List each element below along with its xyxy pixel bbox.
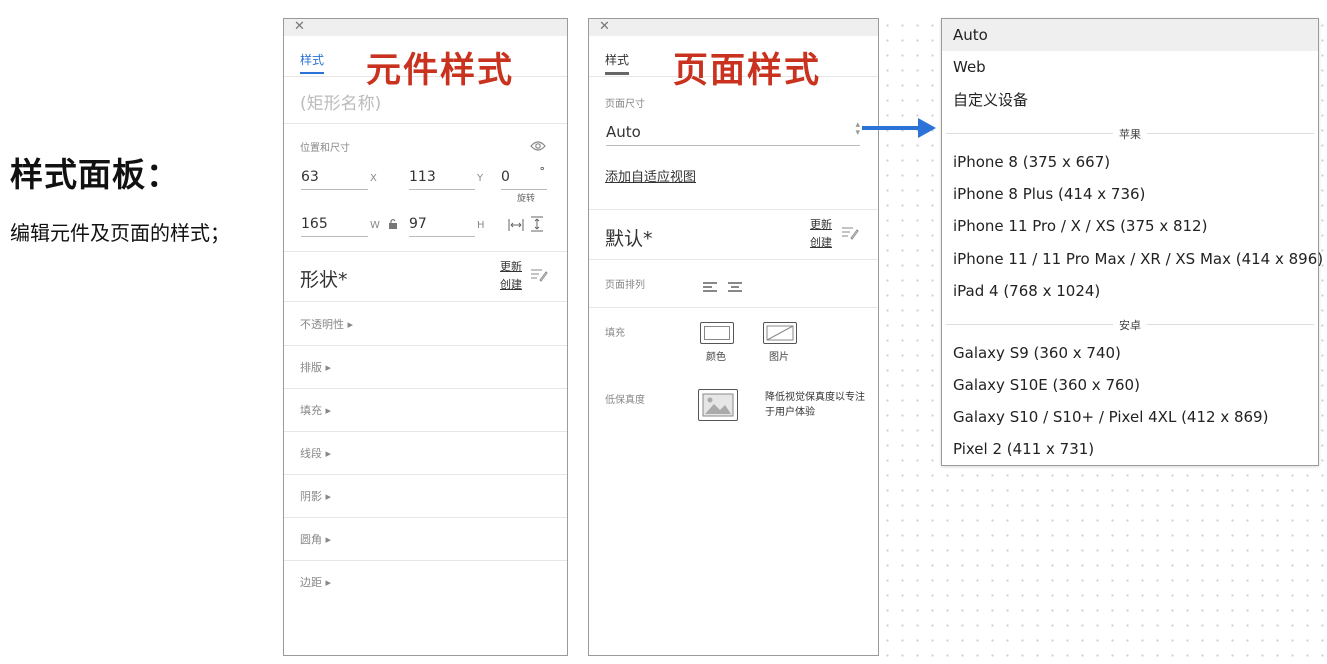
height-field[interactable]: 97 xyxy=(409,216,475,237)
divider xyxy=(589,209,878,210)
section-opacity[interactable]: 不透明性 ▸ xyxy=(284,302,567,346)
section-label: 线段 ▸ xyxy=(300,447,332,460)
section-label: 不透明性 ▸ xyxy=(300,318,354,331)
create-style-link[interactable]: 创建 xyxy=(810,235,832,251)
fill-image-swatch[interactable] xyxy=(763,322,797,344)
degree-unit: ° xyxy=(539,165,546,178)
panel-titlebar: ✕ xyxy=(589,19,878,36)
shape-name-input[interactable]: (矩形名称) xyxy=(300,89,381,114)
position-size-label: 位置和尺寸 xyxy=(300,143,350,154)
eye-icon[interactable] xyxy=(530,137,546,156)
section-typography[interactable]: 排版 ▸ xyxy=(284,345,567,389)
tab-row: 样式 元件样式 xyxy=(284,36,567,91)
dropdown-option[interactable]: Web xyxy=(942,51,1318,83)
section-shadow[interactable]: 阴影 ▸ xyxy=(284,474,567,518)
close-icon[interactable]: ✕ xyxy=(599,19,610,35)
fill-label: 填充 xyxy=(605,328,625,339)
divider xyxy=(284,123,567,124)
update-style-link[interactable]: 更新 xyxy=(810,217,832,233)
tab-style[interactable]: 样式 xyxy=(605,51,630,75)
width-field[interactable]: 165 xyxy=(301,216,368,237)
dropdown-option[interactable]: Pixel 2 (411 x 731) xyxy=(942,433,1318,465)
fill-color-label: 颜色 xyxy=(706,352,726,363)
fit-width-icon[interactable] xyxy=(508,217,524,236)
page-size-dropdown: Auto Web 自定义设备 苹果 iPhone 8 (375 x 667) i… xyxy=(941,18,1323,466)
low-fidelity-desc: 降低视觉保真度以专注 于用户体验 xyxy=(765,390,865,420)
update-style-link[interactable]: 更新 xyxy=(500,259,522,275)
dropdown-option[interactable]: Auto xyxy=(942,19,1318,51)
dropdown-option[interactable]: Galaxy S10E (360 x 760) xyxy=(942,369,1318,401)
section-corner-radius[interactable]: 圆角 ▸ xyxy=(284,517,567,561)
section-label: 圆角 ▸ xyxy=(300,533,332,546)
align-left-icon[interactable] xyxy=(702,278,718,297)
fit-height-icon[interactable] xyxy=(530,216,544,236)
dropdown-option[interactable]: Galaxy S10 / S10+ / Pixel 4XL (412 x 869… xyxy=(942,401,1318,433)
section-border[interactable]: 线段 ▸ xyxy=(284,431,567,475)
page-style-label: 页面样式 xyxy=(673,51,822,91)
h-label: H xyxy=(477,220,485,231)
intro-title: 样式面板： xyxy=(10,155,180,194)
page-size-select[interactable]: Auto ▴ ▾ xyxy=(606,120,860,146)
tab-row: 样式 页面样式 xyxy=(589,36,878,91)
panel-titlebar: ✕ xyxy=(284,19,567,36)
y-field[interactable]: 113 xyxy=(409,169,475,190)
group-label-android: 安卓 xyxy=(1113,317,1147,333)
lock-icon[interactable] xyxy=(388,215,398,234)
style-name[interactable]: 默认* xyxy=(605,224,653,251)
dropdown-option[interactable]: 自定义设备 xyxy=(942,84,1318,116)
w-label: W xyxy=(370,220,380,231)
page-style-panel: ✕ 样式 页面样式 页面尺寸 Auto ▴ ▾ 添加自适应视图 默认* 更新 创建… xyxy=(588,18,879,656)
section-label: 填充 ▸ xyxy=(300,404,332,417)
divider xyxy=(284,251,567,252)
page-arrange-label: 页面排列 xyxy=(605,280,645,291)
divider xyxy=(589,259,878,260)
align-center-icon[interactable] xyxy=(727,278,743,297)
dropdown-group-header: 安卓 xyxy=(946,317,1314,333)
group-label-apple: 苹果 xyxy=(1113,126,1147,142)
intro-description: 编辑元件及页面的样式； xyxy=(10,221,230,245)
select-stepper-icon: ▴ ▾ xyxy=(855,120,860,138)
close-icon[interactable]: ✕ xyxy=(294,19,305,35)
dropdown-group-header: 苹果 xyxy=(946,126,1314,142)
rotate-label: 旋转 xyxy=(517,194,536,204)
low-fidelity-label: 低保真度 xyxy=(605,395,645,406)
add-adaptive-view-link[interactable]: 添加自适应视图 xyxy=(605,166,696,185)
dropdown-option[interactable]: Galaxy S9 (360 x 740) xyxy=(942,337,1318,369)
component-style-label: 元件样式 xyxy=(366,51,515,91)
section-label: 排版 ▸ xyxy=(300,361,332,374)
section-label: 边距 ▸ xyxy=(300,576,332,589)
component-style-panel: ✕ 样式 元件样式 (矩形名称) 位置和尺寸 63 X 113 Y 0 ° 旋转… xyxy=(283,18,568,656)
low-fidelity-desc-line: 降低视觉保真度以专注 xyxy=(765,392,865,403)
x-field[interactable]: 63 xyxy=(301,169,368,190)
rotate-value: 0 xyxy=(501,169,510,185)
dropdown-option[interactable]: iPad 4 (768 x 1024) xyxy=(942,275,1318,307)
page-size-value: Auto xyxy=(606,123,641,141)
section-padding[interactable]: 边距 ▸ xyxy=(284,560,567,603)
edit-style-icon[interactable] xyxy=(530,267,548,286)
dropdown-option[interactable]: iPhone 8 Plus (414 x 736) xyxy=(942,178,1318,210)
section-label: 阴影 ▸ xyxy=(300,490,332,503)
x-label: X xyxy=(370,173,377,184)
rotate-field[interactable]: 0 ° xyxy=(501,165,547,190)
edit-style-icon[interactable] xyxy=(841,225,859,244)
low-fidelity-toggle-icon[interactable] xyxy=(698,389,738,421)
dropdown-option[interactable]: iPhone 8 (375 x 667) xyxy=(942,146,1318,178)
low-fidelity-desc-line: 于用户体验 xyxy=(765,407,815,418)
arrow-icon xyxy=(862,126,920,130)
y-label: Y xyxy=(477,173,484,184)
dropdown-option[interactable]: iPhone 11 / 11 Pro Max / XR / XS Max (41… xyxy=(942,243,1323,275)
fill-image-label: 图片 xyxy=(769,352,789,363)
fill-color-swatch[interactable] xyxy=(700,322,734,344)
tab-style[interactable]: 样式 xyxy=(300,51,325,74)
divider xyxy=(589,307,878,308)
section-fill[interactable]: 填充 ▸ xyxy=(284,388,567,432)
arrow-head-icon xyxy=(918,118,936,138)
style-name[interactable]: 形状* xyxy=(300,265,348,292)
create-style-link[interactable]: 创建 xyxy=(500,277,522,293)
page-size-label: 页面尺寸 xyxy=(605,99,645,110)
dropdown-option[interactable]: iPhone 11 Pro / X / XS (375 x 812) xyxy=(942,210,1318,242)
